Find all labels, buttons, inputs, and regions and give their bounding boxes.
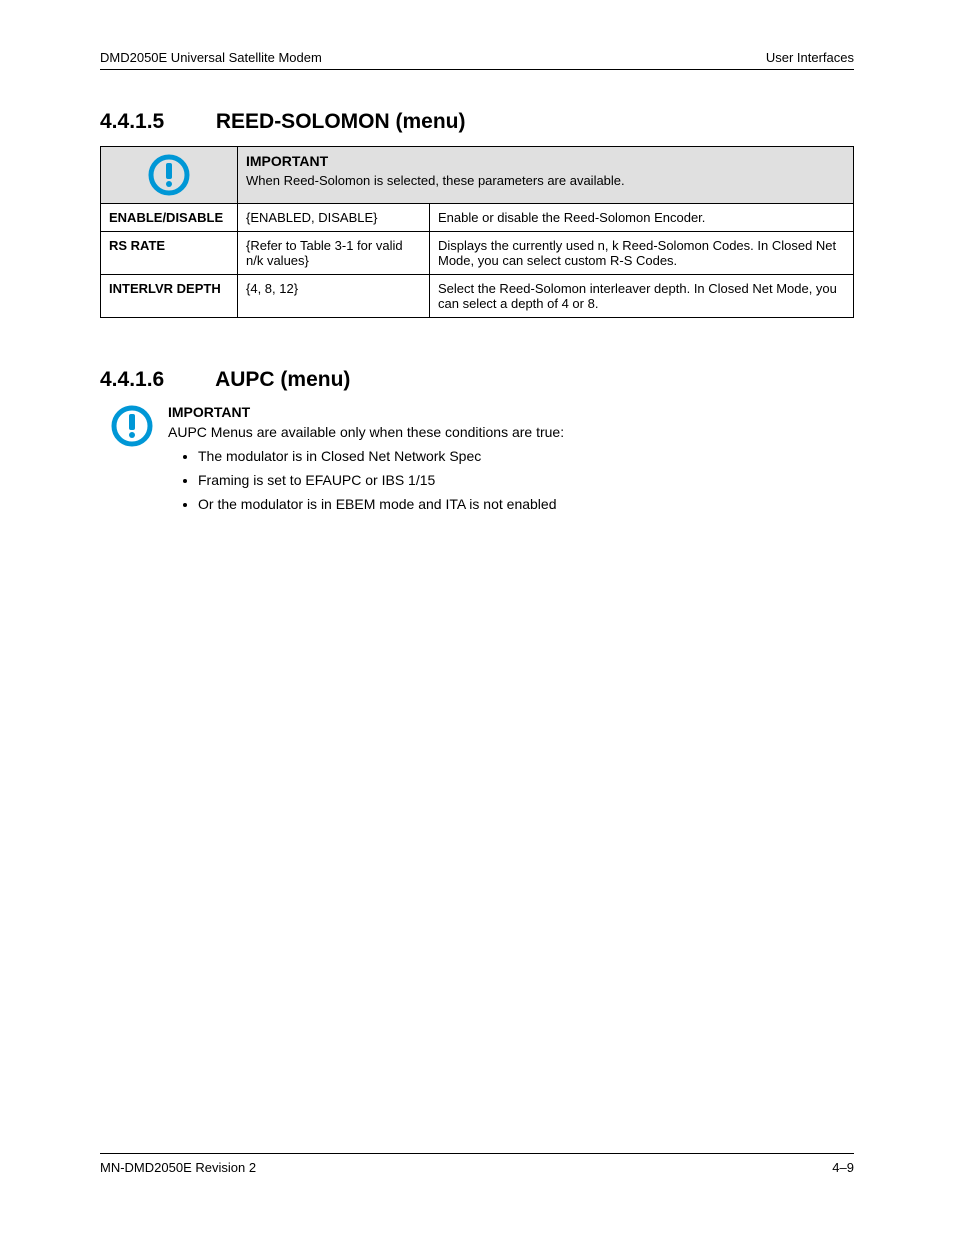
header-right: User Interfaces [766,50,854,65]
param-desc: Select the Reed-Solomon interleaver dept… [430,275,854,318]
section-title: REED-SOLOMON (menu) [216,110,466,133]
important-label: IMPORTANT [246,153,845,169]
page-header: DMD2050E Universal Satellite Modem User … [100,50,854,70]
condition-list: The modulator is in Closed Net Network S… [198,448,854,512]
reed-solomon-table: IMPORTANT When Reed-Solomon is selected,… [100,146,854,318]
section-heading-reed-solomon: 4.4.1.5 REED-SOLOMON (menu) [100,110,854,134]
important-text-wrap: IMPORTANT AUPC Menus are available only … [168,404,854,520]
param-value: {ENABLED, DISABLE} [238,204,430,232]
param-name: INTERLVR DEPTH [101,275,238,318]
important-block-aupc: IMPORTANT AUPC Menus are available only … [100,404,854,520]
list-item: The modulator is in Closed Net Network S… [198,448,854,464]
header-left: DMD2050E Universal Satellite Modem [100,50,322,65]
important-icon-wrap [100,404,154,448]
footer-right: 4–9 [832,1160,854,1175]
section-number: 4.4.1.6 [100,368,210,392]
info-icon [110,404,154,448]
important-icon-cell [101,147,238,204]
important-text-cell: IMPORTANT When Reed-Solomon is selected,… [238,147,854,204]
table-row: ENABLE/DISABLE {ENABLED, DISABLE} Enable… [101,204,854,232]
important-text: When Reed-Solomon is selected, these par… [246,173,845,188]
table-row: RS RATE {Refer to Table 3-1 for valid n/… [101,232,854,275]
section-title: AUPC (menu) [215,368,350,391]
page: DMD2050E Universal Satellite Modem User … [0,0,954,1235]
important-label: IMPORTANT [168,404,854,420]
important-text: AUPC Menus are available only when these… [168,424,854,440]
page-footer: MN-DMD2050E Revision 2 4–9 [100,1153,854,1175]
section-number: 4.4.1.5 [100,110,210,134]
param-desc: Enable or disable the Reed-Solomon Encod… [430,204,854,232]
list-item: Framing is set to EFAUPC or IBS 1/15 [198,472,854,488]
footer-left: MN-DMD2050E Revision 2 [100,1160,256,1175]
section-heading-aupc: 4.4.1.6 AUPC (menu) [100,368,854,392]
param-name: RS RATE [101,232,238,275]
param-value: {4, 8, 12} [238,275,430,318]
table-row: INTERLVR DEPTH {4, 8, 12} Select the Ree… [101,275,854,318]
info-icon [147,153,191,197]
param-name: ENABLE/DISABLE [101,204,238,232]
table-important-row: IMPORTANT When Reed-Solomon is selected,… [101,147,854,204]
list-item: Or the modulator is in EBEM mode and ITA… [198,496,854,512]
param-value: {Refer to Table 3-1 for valid n/k values… [238,232,430,275]
param-desc: Displays the currently used n, k Reed-So… [430,232,854,275]
